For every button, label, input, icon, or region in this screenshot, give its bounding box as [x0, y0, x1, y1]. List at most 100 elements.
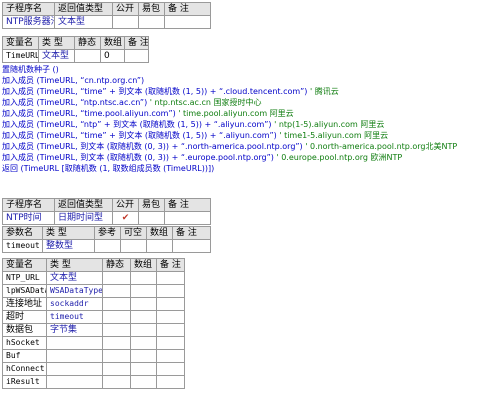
code-line[interactable]: 返回 (TimeURL [取随机数 (1, 取数组成员数 (TimeURL))]…: [2, 163, 500, 174]
variable-table-1: 变量名 类 型 静态 数组 备 注 TimeURL 文本型 0: [2, 36, 149, 63]
code-line[interactable]: 加入成员 (TimeURL, 到文本 (取随机数 (0, 3)) + “.nor…: [2, 141, 500, 152]
var-static-cell[interactable]: [74, 49, 101, 63]
var-remark-cell[interactable]: [156, 284, 185, 298]
var-static-cell[interactable]: [102, 375, 131, 389]
var-name-cell[interactable]: Buf: [2, 349, 47, 363]
header-var-name: 变量名: [2, 36, 39, 50]
var-name-cell[interactable]: TimeURL: [2, 49, 39, 63]
var-name-cell[interactable]: hConnect: [2, 362, 47, 376]
var-array-cell[interactable]: [130, 297, 157, 311]
param-remark-cell[interactable]: [172, 239, 211, 253]
var-type-cell[interactable]: timeout: [46, 310, 103, 324]
var-remark-cell[interactable]: [156, 362, 185, 376]
var-remark-cell[interactable]: [156, 271, 185, 285]
code-comment: ' 0.europe.pool.ntp.org 欧洲NTP: [276, 153, 403, 162]
code-command: 加入成员 (TimeURL, “time.pool.aliyun.com”): [2, 109, 176, 118]
header-easy-pkg: 易包: [138, 2, 165, 16]
var-static-cell[interactable]: [102, 349, 131, 363]
var-static-cell[interactable]: [102, 284, 131, 298]
code-line[interactable]: 加入成员 (TimeURL, 到文本 (取随机数 (0, 3)) + “.eur…: [2, 152, 500, 163]
code-command: 加入成员 (TimeURL, “ntp.ntsc.ac.cn”): [2, 98, 148, 107]
var-remark-cell[interactable]: [156, 349, 185, 363]
parameter-table: 参数名 类 型 参考 可空 数组 备 注 timeout 整数型: [2, 226, 211, 253]
var-type-cell[interactable]: 文本型: [46, 271, 103, 285]
param-nullable-cell[interactable]: [120, 239, 147, 253]
var-array-cell[interactable]: [130, 310, 157, 324]
header-remark: 备 注: [164, 2, 211, 16]
code-comment: ' ntp.ntsc.ac.cn 国家授时中心: [149, 98, 262, 107]
header-type: 类 型: [38, 36, 75, 50]
sub-name-cell[interactable]: NTP服务器池: [2, 15, 55, 29]
var-name-cell[interactable]: 连接地址: [2, 297, 47, 311]
var-static-cell[interactable]: [102, 271, 131, 285]
code-comment: ' 腾讯云: [309, 87, 339, 96]
var-array-cell[interactable]: [130, 271, 157, 285]
var-name-cell[interactable]: lpWSAData: [2, 284, 47, 298]
public-cell[interactable]: [112, 15, 139, 29]
var-array-cell[interactable]: [130, 336, 157, 350]
remark-cell[interactable]: [164, 15, 211, 29]
header-remark: 备 注: [172, 226, 211, 240]
code-command: 置随机数种子 (): [2, 65, 59, 74]
code-editor[interactable]: 置随机数种子 () 加入成员 (TimeURL, “cn.ntp.org.cn”…: [2, 64, 500, 174]
code-command: 加入成员 (TimeURL, 到文本 (取随机数 (0, 3)) + “.nor…: [2, 142, 303, 151]
var-array-cell[interactable]: 0: [100, 49, 125, 63]
var-static-cell[interactable]: [102, 297, 131, 311]
var-name-cell[interactable]: hSocket: [2, 336, 47, 350]
return-type-cell[interactable]: 文本型: [54, 15, 113, 29]
var-name-cell[interactable]: iResult: [2, 375, 47, 389]
code-command: 加入成员 (TimeURL, “time” + 到文本 (取随机数 (1, 5)…: [2, 87, 308, 96]
var-array-cell[interactable]: [130, 375, 157, 389]
var-static-cell[interactable]: [102, 323, 131, 337]
var-name-cell[interactable]: 超时: [2, 310, 47, 324]
header-param-name: 参数名: [2, 226, 43, 240]
var-remark-cell[interactable]: [156, 375, 185, 389]
var-type-cell[interactable]: WSADataType: [46, 284, 103, 298]
subroutine-table-ntp-pool: 子程序名 返回值类型 公开 易包 备 注 NTP服务器池 文本型: [2, 2, 211, 29]
header-type: 类 型: [46, 258, 103, 272]
var-remark-cell[interactable]: [156, 323, 185, 337]
param-array-cell[interactable]: [146, 239, 173, 253]
header-static: 静态: [74, 36, 101, 50]
remark-cell[interactable]: [164, 211, 211, 225]
var-name-cell[interactable]: NTP_URL: [2, 271, 47, 285]
var-array-cell[interactable]: [130, 362, 157, 376]
code-line[interactable]: 加入成员 (TimeURL, “ntp” + 到文本 (取随机数 (1, 5))…: [2, 119, 500, 130]
var-name-cell[interactable]: 数据包: [2, 323, 47, 337]
easy-pkg-cell[interactable]: [138, 15, 165, 29]
var-array-cell[interactable]: [130, 284, 157, 298]
var-type-cell[interactable]: sockaddr: [46, 297, 103, 311]
var-remark-cell[interactable]: [156, 297, 185, 311]
var-remark-cell[interactable]: [124, 49, 149, 63]
var-type-cell[interactable]: 字节集: [46, 323, 103, 337]
param-type-cell[interactable]: 整数型: [42, 239, 95, 253]
code-line[interactable]: 加入成员 (TimeURL, “cn.ntp.org.cn”): [2, 75, 500, 86]
easy-pkg-cell[interactable]: [138, 211, 165, 225]
var-type-cell[interactable]: [46, 375, 103, 389]
sub-name-cell[interactable]: NTP时间: [2, 211, 55, 225]
var-static-cell[interactable]: [102, 362, 131, 376]
code-line[interactable]: 置随机数种子 (): [2, 64, 500, 75]
var-type-cell[interactable]: [46, 349, 103, 363]
header-array: 数组: [100, 36, 125, 50]
var-type-cell[interactable]: [46, 362, 103, 376]
var-array-cell[interactable]: [130, 323, 157, 337]
var-array-cell[interactable]: [130, 349, 157, 363]
var-remark-cell[interactable]: [156, 336, 185, 350]
var-type-cell[interactable]: [46, 336, 103, 350]
var-static-cell[interactable]: [102, 310, 131, 324]
header-type: 类 型: [42, 226, 95, 240]
header-sub-name: 子程序名: [2, 198, 55, 212]
header-public: 公开: [112, 198, 139, 212]
var-remark-cell[interactable]: [156, 310, 185, 324]
var-static-cell[interactable]: [102, 336, 131, 350]
param-name-cell[interactable]: timeout: [2, 239, 43, 253]
var-type-cell[interactable]: 文本型: [38, 49, 75, 63]
return-type-cell[interactable]: 日期时间型: [54, 211, 113, 225]
code-line[interactable]: 加入成员 (TimeURL, “time” + 到文本 (取随机数 (1, 5)…: [2, 130, 500, 141]
param-ref-cell[interactable]: [94, 239, 121, 253]
code-line[interactable]: 加入成员 (TimeURL, “ntp.ntsc.ac.cn”) ' ntp.n…: [2, 97, 500, 108]
public-check-icon[interactable]: ✔: [112, 211, 139, 225]
code-line[interactable]: 加入成员 (TimeURL, “time.pool.aliyun.com”) '…: [2, 108, 500, 119]
code-line[interactable]: 加入成员 (TimeURL, “time” + 到文本 (取随机数 (1, 5)…: [2, 86, 500, 97]
